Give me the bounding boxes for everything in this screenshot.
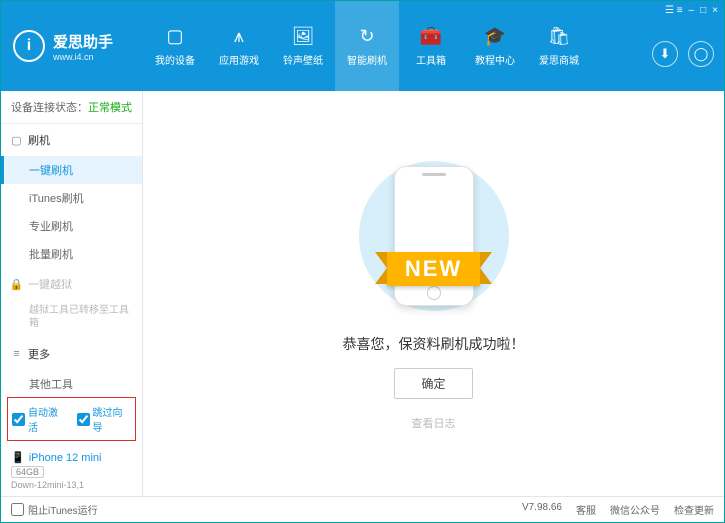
checkbox-label: 跳过向导	[93, 404, 132, 434]
device-name-text: iPhone 12 mini	[29, 452, 102, 464]
block-itunes-checkbox[interactable]: 阻止iTunes运行	[11, 502, 98, 517]
nav-label: 应用游戏	[219, 52, 259, 67]
sidebar-item-flash-3[interactable]: 批量刷机	[1, 240, 142, 268]
version-label: V7.98.66	[522, 502, 562, 517]
device-name: 📱 iPhone 12 mini	[11, 451, 132, 464]
maximize-icon[interactable]: □	[700, 5, 706, 16]
lock-icon: 🔒	[11, 279, 22, 290]
sidebar-group-jailbreak: 🔒 一键越狱	[1, 268, 142, 300]
minimize-icon[interactable]: –	[689, 5, 695, 16]
nav-tab-5[interactable]: 🎓 教程中心	[463, 1, 527, 91]
checkbox-label: 阻止iTunes运行	[28, 502, 98, 517]
nav-tab-2[interactable]: 🖼 铃声壁纸	[271, 1, 335, 91]
view-log-link[interactable]: 查看日志	[412, 415, 456, 431]
app-url: www.i4.cn	[53, 52, 113, 62]
app-title: 爱思助手	[53, 31, 113, 52]
device-storage: 64GB	[11, 466, 44, 478]
main-panel: NEW 恭喜您，保资料刷机成功啦！ 确定 查看日志	[143, 91, 724, 496]
sidebar-group-label: 更多	[28, 346, 50, 362]
side-list: ▢ 刷机 一键刷机iTunes刷机专业刷机批量刷机 🔒 一键越狱 越狱工具已转移…	[1, 124, 142, 393]
nav-tab-4[interactable]: 🧰 工具箱	[399, 1, 463, 91]
nav-label: 铃声壁纸	[283, 52, 323, 67]
checkbox-label: 自动激活	[28, 404, 67, 434]
nav-icon: ⩚	[228, 25, 250, 47]
sidebar-item-flash-2[interactable]: 专业刷机	[1, 212, 142, 240]
checkbox-input[interactable]	[77, 413, 90, 426]
ok-button[interactable]: 确定	[394, 368, 472, 399]
nav-icon: 🧰	[420, 25, 442, 47]
nav-icon: ↻	[356, 25, 378, 47]
status-label: 设备连接状态：	[11, 102, 88, 114]
illustration: NEW	[329, 156, 539, 316]
nav-icon: 🖼	[292, 25, 314, 47]
nav-tabs: ▢ 我的设备 ⩚ 应用游戏 🖼 铃声壁纸 ↻ 智能刷机 🧰 工具箱 🎓 教程中心 🛍 爱思商城	[143, 1, 724, 91]
checkbox-input[interactable]	[12, 413, 25, 426]
user-icon[interactable]: ◯	[688, 41, 714, 67]
nav-label: 我的设备	[155, 52, 195, 67]
body: 设备连接状态：正常模式 ▢ 刷机 一键刷机iTunes刷机专业刷机批量刷机 🔒 …	[1, 91, 724, 496]
jailbreak-note: 越狱工具已转移至工具箱	[1, 300, 142, 338]
sidebar-item-flash-0[interactable]: 一键刷机	[1, 156, 142, 184]
app-window: ☰ ≡ – □ × i 爱思助手 www.i4.cn ▢ 我的设备 ⩚ 应用游戏 🖼 铃声…	[0, 0, 725, 523]
checkbox-row: 自动激活 跳过向导	[7, 397, 136, 441]
connection-status: 设备连接状态：正常模式	[1, 91, 142, 124]
header-right: ⬇ ◯	[652, 41, 714, 67]
device-block[interactable]: 📱 iPhone 12 mini 64GB Down-12mini-13,1	[1, 445, 142, 496]
checkbox-input[interactable]	[11, 503, 24, 516]
menu-icon[interactable]: ☰ ≡	[665, 5, 683, 16]
footer-bar: 阻止iTunes运行 V7.98.66 客服 微信公众号 检查更新	[1, 496, 724, 522]
nav-icon: ▢	[164, 25, 186, 47]
device-sub: Down-12mini-13,1	[11, 480, 132, 490]
checkbox-auto-activate[interactable]: 自动激活	[12, 404, 67, 434]
nav-label: 爱思商城	[539, 52, 579, 67]
download-icon[interactable]: ⬇	[652, 41, 678, 67]
nav-icon: 🎓	[484, 25, 506, 47]
nav-label: 智能刷机	[347, 52, 387, 67]
nav-label: 教程中心	[475, 52, 515, 67]
sidebar-group-label: 刷机	[28, 132, 50, 148]
menu-icon: ≡	[11, 349, 22, 360]
phone-icon: ▢	[11, 135, 22, 146]
checkbox-skip-guide[interactable]: 跳过向导	[77, 404, 132, 434]
window-controls: ☰ ≡ – □ ×	[665, 5, 718, 16]
sidebar-group-label: 一键越狱	[28, 276, 72, 292]
nav-icon: 🛍	[548, 25, 570, 47]
nav-tab-0[interactable]: ▢ 我的设备	[143, 1, 207, 91]
logo-icon: i	[13, 30, 45, 62]
sidebar: 设备连接状态：正常模式 ▢ 刷机 一键刷机iTunes刷机专业刷机批量刷机 🔒 …	[1, 91, 143, 496]
nav-label: 工具箱	[416, 52, 446, 67]
sidebar-group-more[interactable]: ≡ 更多	[1, 338, 142, 370]
wechat-link[interactable]: 微信公众号	[610, 502, 660, 517]
nav-tab-1[interactable]: ⩚ 应用游戏	[207, 1, 271, 91]
success-message: 恭喜您，保资料刷机成功啦！	[343, 334, 525, 354]
phone-icon: 📱	[11, 451, 25, 464]
close-icon[interactable]: ×	[712, 5, 718, 16]
nav-tab-6[interactable]: 🛍 爱思商城	[527, 1, 591, 91]
new-ribbon: NEW	[387, 252, 480, 286]
header-bar: ☰ ≡ – □ × i 爱思助手 www.i4.cn ▢ 我的设备 ⩚ 应用游戏 🖼 铃声…	[1, 1, 724, 91]
support-link[interactable]: 客服	[576, 502, 596, 517]
logo: i 爱思助手 www.i4.cn	[1, 30, 143, 62]
sidebar-group-flash[interactable]: ▢ 刷机	[1, 124, 142, 156]
sidebar-item-flash-1[interactable]: iTunes刷机	[1, 184, 142, 212]
sidebar-item-more-0[interactable]: 其他工具	[1, 370, 142, 393]
nav-tab-3[interactable]: ↻ 智能刷机	[335, 1, 399, 91]
update-link[interactable]: 检查更新	[674, 502, 714, 517]
status-value: 正常模式	[88, 102, 132, 114]
